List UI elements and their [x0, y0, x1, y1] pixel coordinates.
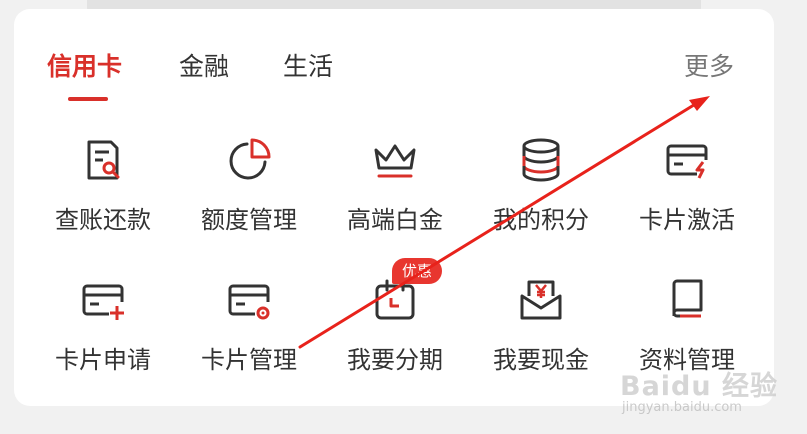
watermark-logo: Baidu 经验 — [620, 371, 779, 402]
watermark-url: jingyan.baidu.com — [622, 400, 742, 415]
